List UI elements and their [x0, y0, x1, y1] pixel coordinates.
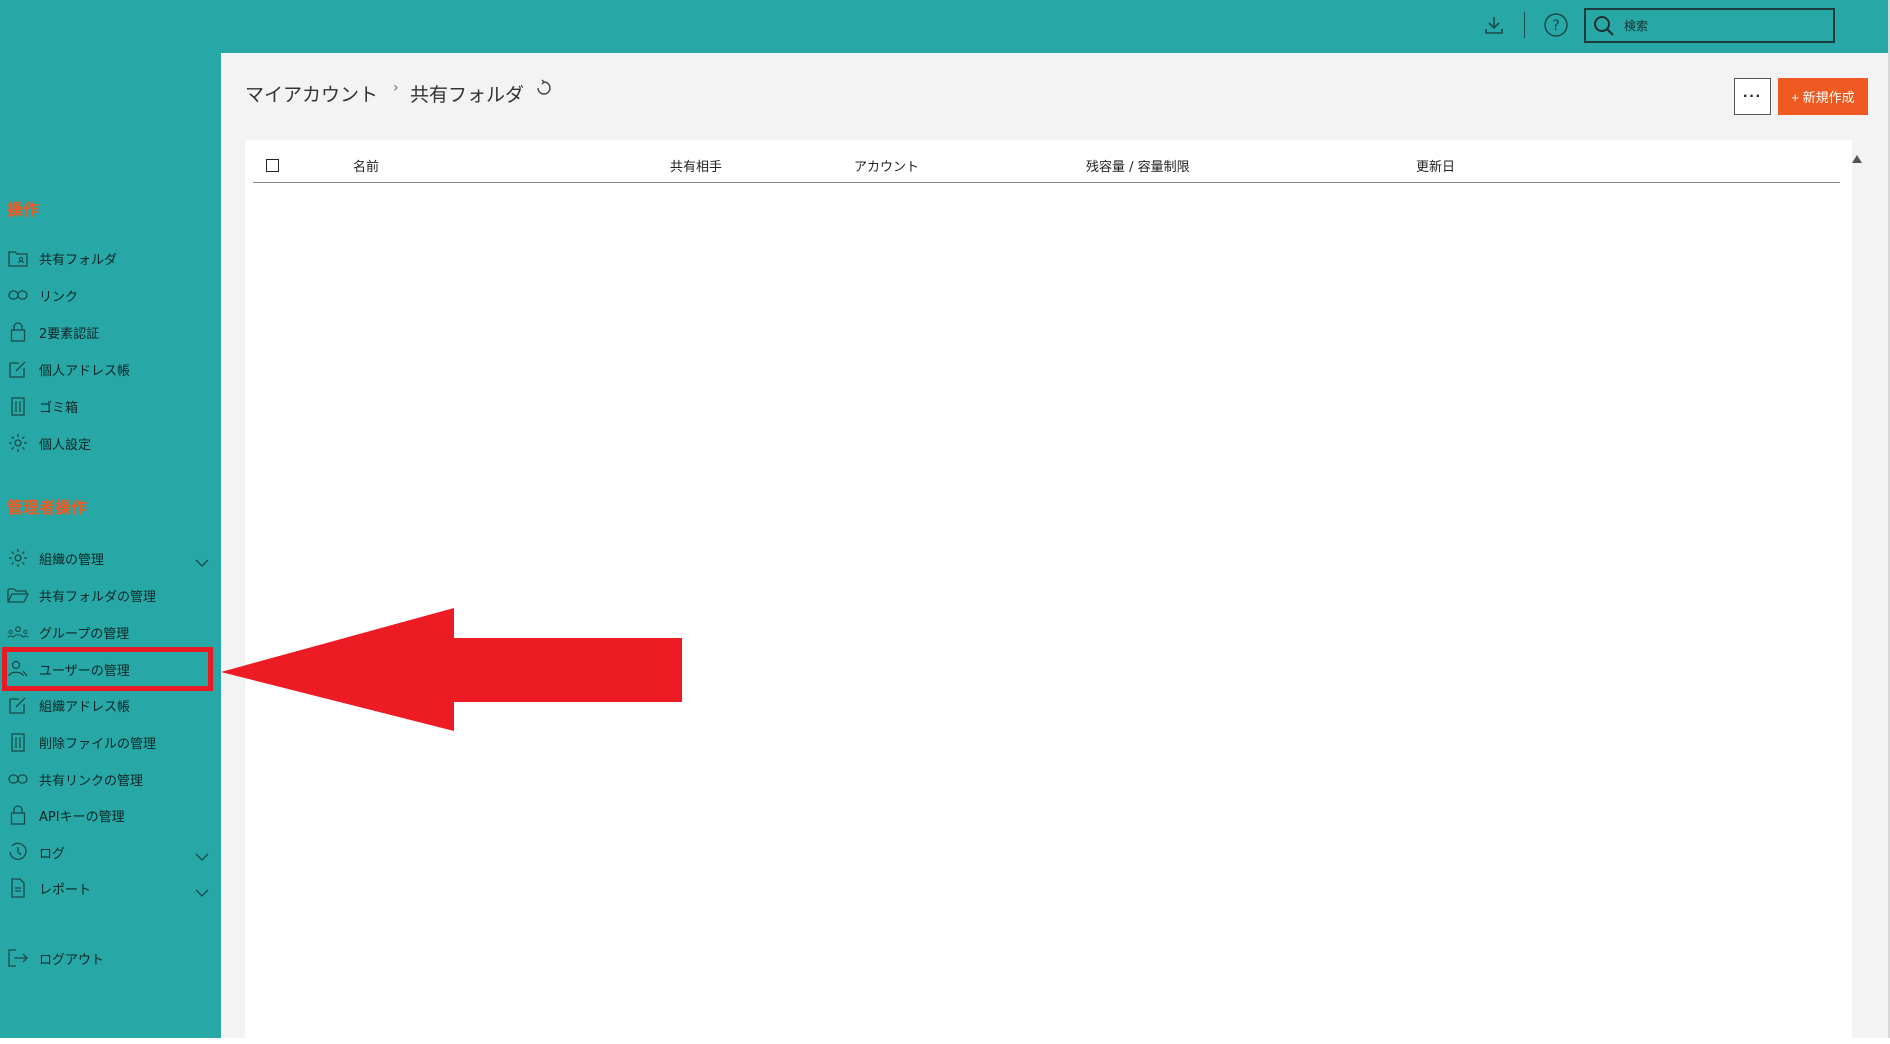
- sidebar-item-personal-address-book[interactable]: 個人アドレス帳: [7, 354, 215, 384]
- operations-section-title: 操作: [7, 200, 40, 219]
- scroll-up-arrow-icon[interactable]: [1851, 149, 1863, 168]
- link-icon: [7, 284, 29, 306]
- sidebar-item-link[interactable]: リンク: [7, 280, 215, 310]
- sidebar-item-label: 共有フォルダの管理: [39, 589, 157, 605]
- sidebar-item-label: 組織の管理: [39, 552, 105, 568]
- sidebar-item-label: 共有フォルダ: [39, 252, 118, 268]
- gear-icon: [7, 547, 29, 569]
- chevron-down-icon[interactable]: [195, 846, 209, 865]
- lock-icon: [7, 321, 29, 343]
- svg-text:?: ?: [1552, 18, 1559, 34]
- sidebar-item-trash[interactable]: ゴミ箱: [7, 391, 215, 421]
- sidebar-item-log[interactable]: ログ: [7, 837, 215, 867]
- sidebar-item-shared-link-management[interactable]: 共有リンクの管理: [7, 764, 215, 794]
- column-header-name[interactable]: 名前: [353, 156, 379, 175]
- group-icon: [7, 621, 29, 643]
- sidebar-item-two-factor[interactable]: 2要素認証: [7, 317, 215, 347]
- edit-icon: [7, 358, 29, 380]
- refresh-icon[interactable]: [535, 79, 553, 101]
- sidebar-item-label: ゴミ箱: [39, 400, 79, 416]
- new-create-button[interactable]: + 新規作成: [1778, 78, 1868, 115]
- sidebar-item-org-management[interactable]: 組織の管理: [7, 543, 215, 573]
- sidebar-item-org-address-book[interactable]: 組織アドレス帳: [7, 690, 215, 720]
- lock-icon: [7, 804, 29, 826]
- sidebar-item-label: 組織アドレス帳: [39, 699, 131, 715]
- search-icon: [1592, 14, 1616, 42]
- gear-icon: [7, 432, 29, 454]
- history-icon: [7, 841, 29, 863]
- sidebar-item-shared-folder[interactable]: 共有フォルダ: [7, 243, 215, 273]
- admin-section-title: 管理者操作: [7, 498, 88, 517]
- trash-icon: [7, 395, 29, 417]
- top-bar-divider: [1524, 12, 1525, 38]
- sidebar-item-label: 個人アドレス帳: [39, 363, 131, 379]
- column-header-account[interactable]: アカウント: [854, 156, 919, 175]
- breadcrumb-root[interactable]: マイアカウント: [245, 80, 378, 107]
- sidebar-item-label: ログアウト: [39, 952, 105, 968]
- sidebar-item-label: 共有リンクの管理: [39, 773, 144, 789]
- sidebar-item-personal-settings[interactable]: 個人設定: [7, 428, 215, 458]
- bottom-edge: [0, 1038, 1890, 1044]
- breadcrumb-current: 共有フォルダ: [410, 84, 525, 106]
- annotation-highlight-box: [2, 647, 213, 691]
- shared-folder-icon: [7, 247, 29, 269]
- sidebar-item-label: レポート: [39, 882, 92, 898]
- link-icon: [7, 768, 29, 790]
- sidebar-item-api-key-management[interactable]: APIキーの管理: [7, 800, 215, 830]
- help-icon[interactable]: ?: [1543, 12, 1569, 38]
- chevron-down-icon[interactable]: [195, 552, 209, 571]
- folder-open-icon: [7, 584, 29, 606]
- column-header-capacity[interactable]: 残容量 / 容量制限: [1086, 156, 1190, 175]
- breadcrumb-separator: ›: [393, 80, 399, 96]
- sidebar-item-label: APIキーの管理: [39, 809, 125, 825]
- sidebar-item-label: 削除ファイルの管理: [39, 736, 157, 752]
- sidebar-item-label: 2要素認証: [39, 326, 100, 342]
- sidebar-item-label: 個人設定: [39, 437, 92, 453]
- column-header-shared-with[interactable]: 共有相手: [670, 156, 722, 175]
- trash-icon: [7, 731, 29, 753]
- sidebar-item-group-management[interactable]: グループの管理: [7, 617, 215, 647]
- column-header-updated[interactable]: 更新日: [1416, 156, 1455, 175]
- chevron-down-icon[interactable]: [195, 882, 209, 901]
- sidebar-item-logout[interactable]: ログアウト: [7, 943, 215, 973]
- more-options-button[interactable]: ···: [1734, 78, 1771, 115]
- search-input[interactable]: [1624, 15, 1824, 37]
- sidebar-item-label: ログ: [39, 846, 66, 862]
- document-icon: [7, 877, 29, 899]
- table-header: 名前 共有相手 アカウント 残容量 / 容量制限 更新日: [253, 152, 1840, 183]
- sidebar-item-label: グループの管理: [39, 626, 130, 642]
- select-all-checkbox[interactable]: [266, 159, 279, 172]
- sidebar-item-report[interactable]: レポート: [7, 873, 215, 903]
- edit-icon: [7, 694, 29, 716]
- sidebar-item-label: リンク: [39, 289, 79, 305]
- sidebar-item-deleted-files[interactable]: 削除ファイルの管理: [7, 727, 215, 757]
- logout-icon: [7, 947, 29, 969]
- download-icon[interactable]: [1483, 14, 1505, 36]
- annotation-arrow: [221, 608, 682, 731]
- sidebar-item-shared-folder-management[interactable]: 共有フォルダの管理: [7, 580, 215, 610]
- search-box[interactable]: [1584, 8, 1835, 43]
- table-panel: [245, 140, 1852, 1038]
